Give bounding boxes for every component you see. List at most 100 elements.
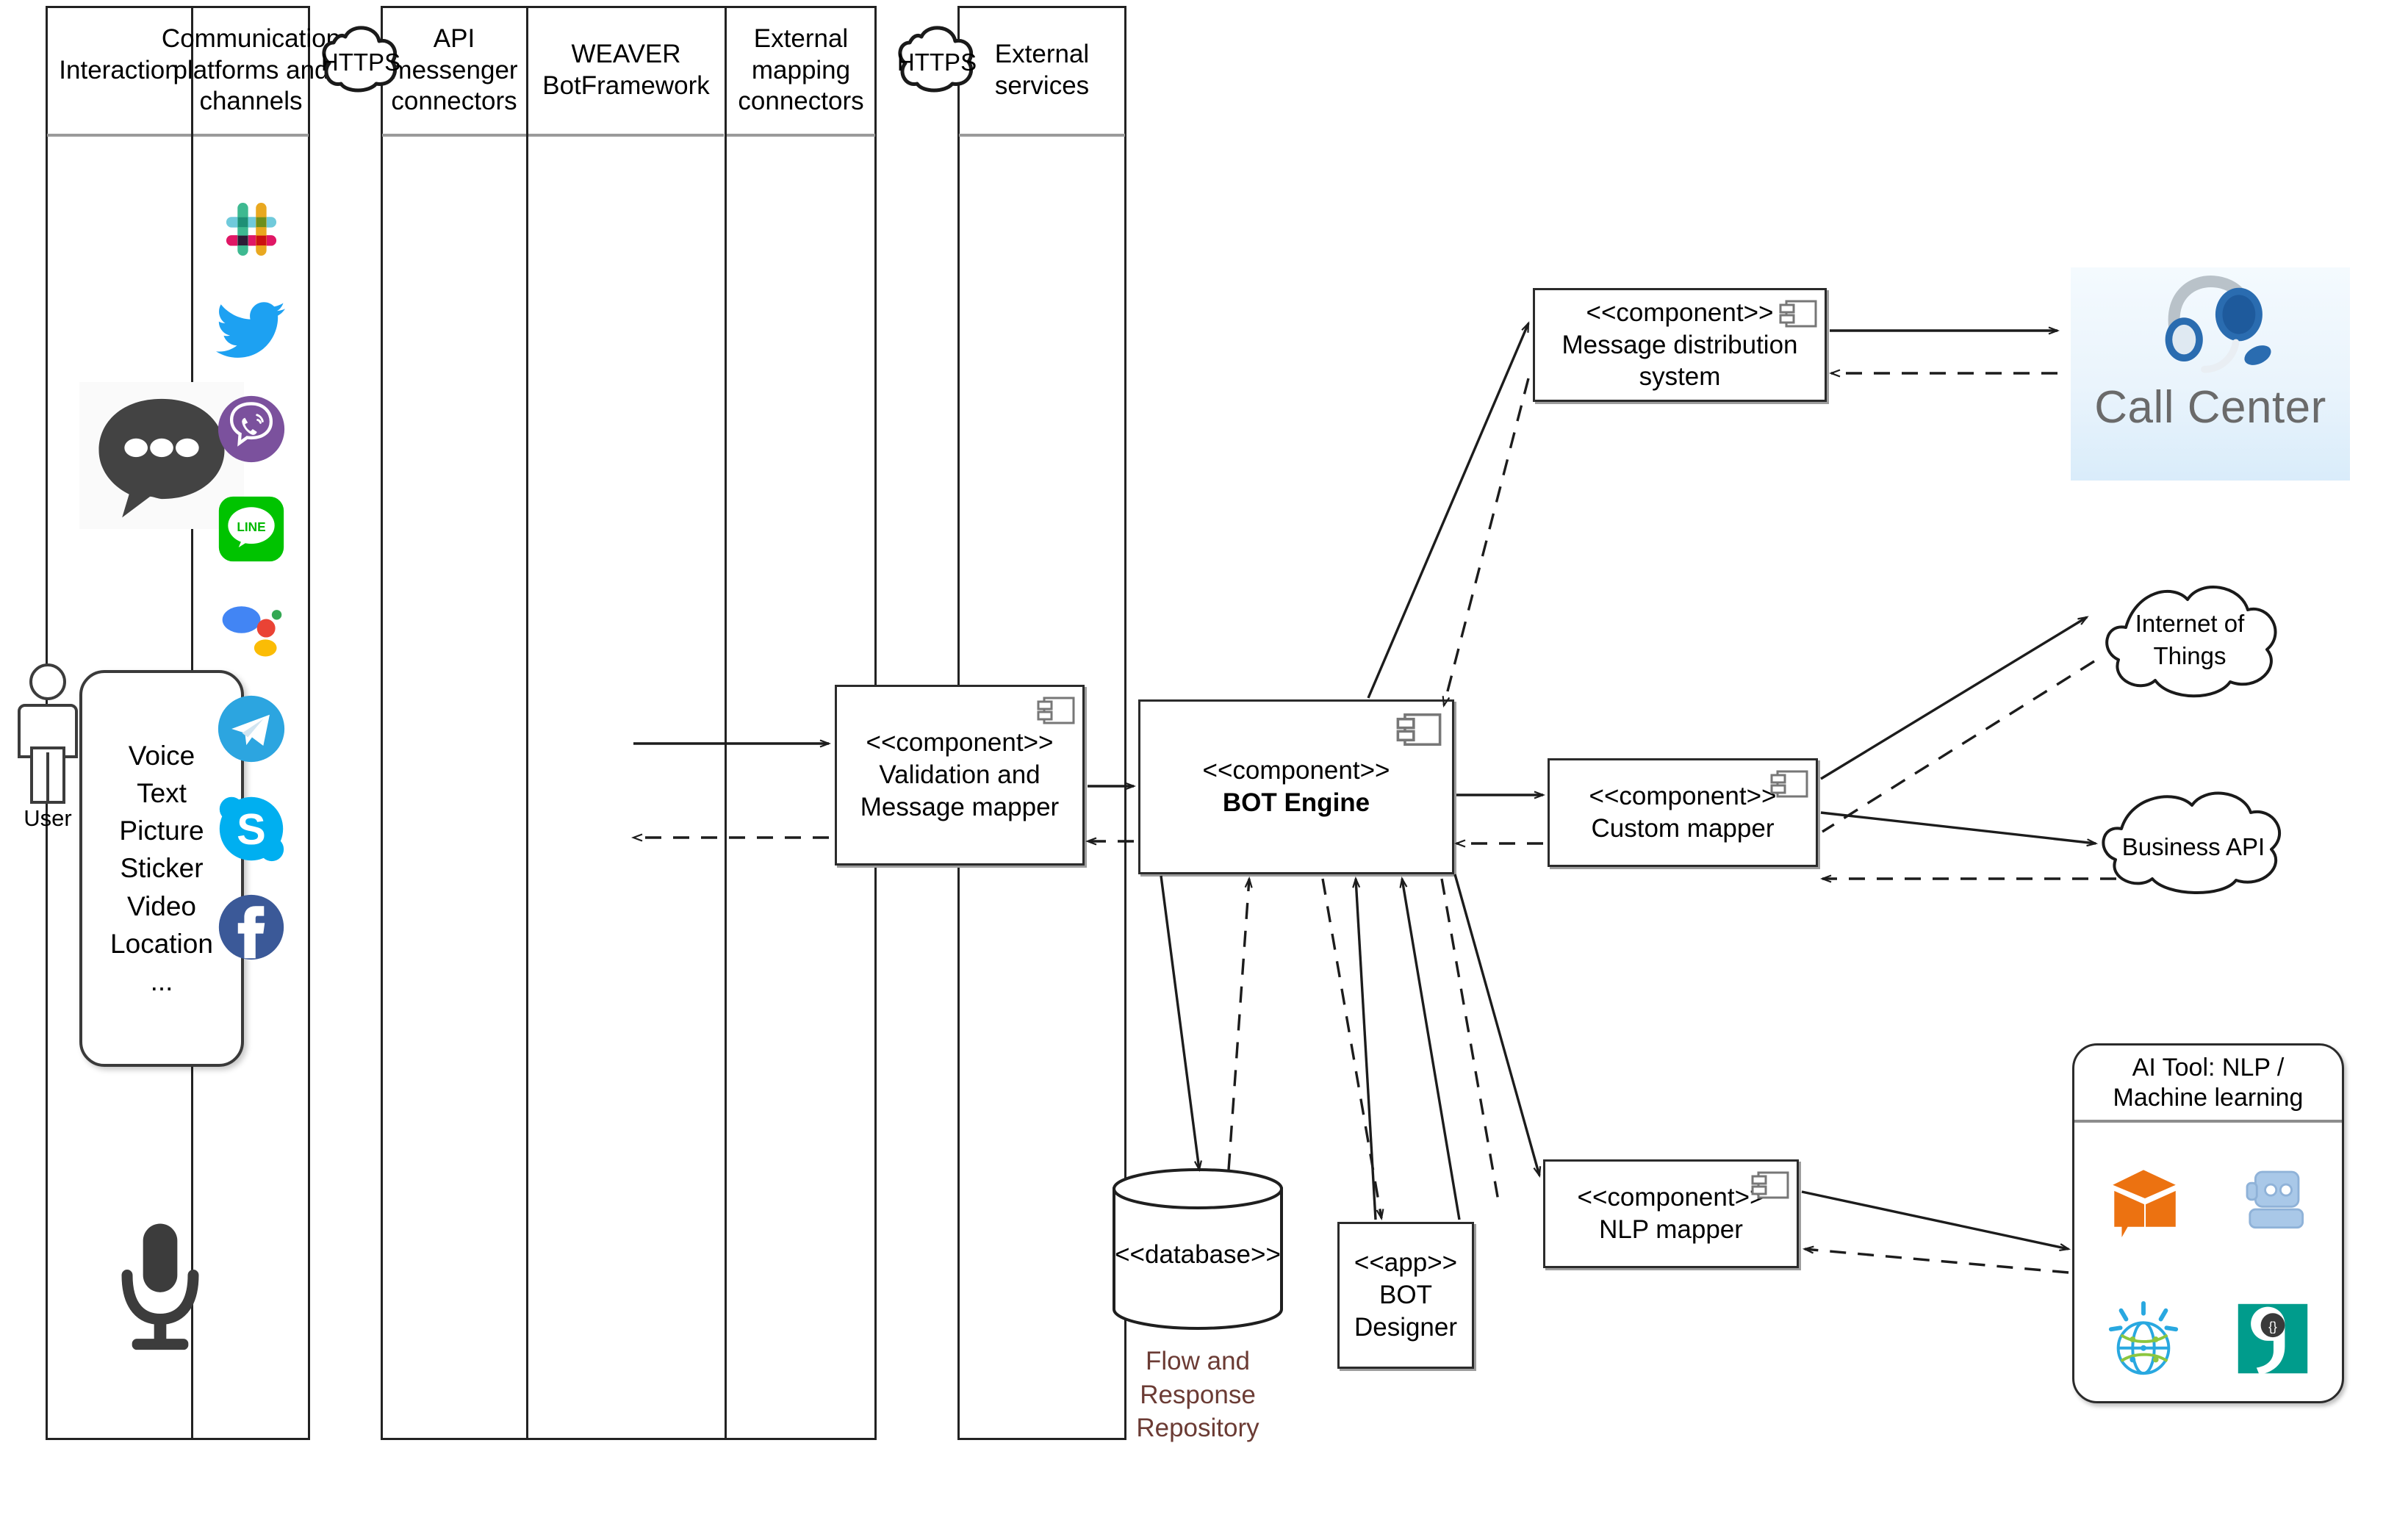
google-assistant-icon-slot	[215, 592, 288, 666]
uml-component-icon	[1770, 770, 1808, 798]
component-validation-mapper[interactable]: <<component>> Validation and Message map…	[835, 685, 1085, 866]
message-type-voice: Voice	[128, 741, 195, 771]
svg-text:S: S	[237, 805, 266, 854]
component-message-distribution[interactable]: <<component>> Message distribution syste…	[1533, 288, 1827, 402]
lane-weaver	[528, 6, 726, 1440]
wire-nlp-mapper-to-ai-tool	[1801, 1190, 2069, 1249]
architecture-diagram: Interaction Communication platforms and …	[0, 0, 2408, 1515]
lane-header-mapping-connectors-label: External mapping connectors	[738, 24, 864, 116]
uml-component-icon	[1779, 300, 1817, 328]
telegram-icon	[218, 695, 285, 763]
twitter-icon	[216, 302, 286, 358]
wit-ai-icon: {}	[2238, 1303, 2308, 1375]
component-bot-engine[interactable]: <<component>> BOT Engine	[1138, 699, 1454, 874]
microphone-slot	[87, 1205, 234, 1367]
cloud-https-right: HTTPS	[894, 13, 980, 94]
svg-text:{}: {}	[2268, 1319, 2277, 1334]
facebook-icon-slot	[215, 890, 288, 964]
message-type-more: ...	[150, 965, 173, 996]
lane-header-weaver: WEAVER BotFramework	[528, 7, 724, 137]
microphone-icon	[121, 1223, 199, 1350]
app-bot-designer-stereotype: <<app>>	[1354, 1248, 1458, 1278]
headset-icon	[2165, 276, 2271, 373]
cloud-https-right-label: HTTPS	[896, 48, 977, 76]
lane-header-api-connectors-label: API messenger connectors	[390, 24, 518, 116]
lane-header-external-services-label: External services	[994, 40, 1090, 100]
wire-custom-mapper-to-iot	[1820, 617, 2087, 780]
twitter-icon-slot	[215, 294, 288, 367]
component-nlp-mapper-stereotype: <<component>>	[1577, 1183, 1765, 1212]
wire-designer-to-bot	[1356, 879, 1377, 1220]
facebook-icon	[218, 894, 284, 960]
database-stereotype: <<database>>	[1115, 1240, 1281, 1269]
watson-globe-icon	[2108, 1300, 2179, 1375]
line-icon: LINE	[218, 496, 284, 562]
external-internet-of-things[interactable]: Internet of Things	[2083, 572, 2296, 719]
external-ai-tool-icon-grid: {}	[2074, 1123, 2342, 1401]
wire-database-to-bot	[1227, 879, 1249, 1170]
wire-bot-to-designer-2	[1440, 878, 1500, 1206]
component-custom-mapper-stereotype: <<component>>	[1589, 782, 1777, 811]
cloud-https-left: HTTPS	[317, 13, 404, 94]
robot-icon	[2246, 1170, 2304, 1229]
lane-divider-2	[526, 6, 528, 1440]
chat-bubble-icon	[98, 398, 225, 517]
message-type-text: Text	[137, 778, 187, 809]
database-flow-response-repository[interactable]: <<database>>	[1110, 1168, 1286, 1330]
wire-bot-to-designer	[1321, 878, 1381, 1218]
external-iot-label-line2: Things	[2153, 642, 2226, 669]
wire-bot-to-message-distribution	[1367, 323, 1530, 699]
component-custom-mapper[interactable]: <<component>> Custom mapper	[1548, 758, 1818, 867]
external-ai-tool-title: AI Tool: NLP / Machine learning	[2074, 1046, 2342, 1123]
external-ai-tool-title-line1: AI Tool: NLP /	[2132, 1054, 2285, 1082]
user-actor-label: User	[24, 805, 72, 831]
database-caption-text: Flow and Response Repository	[1136, 1347, 1259, 1442]
lane-divider-3	[725, 6, 727, 1440]
lane-header-external-services: External services	[959, 7, 1125, 137]
skype-icon-slot: S	[215, 792, 288, 866]
message-type-picture: Picture	[119, 816, 204, 846]
telegram-icon-slot	[215, 692, 288, 766]
external-call-center-label: Call Center	[2094, 382, 2326, 433]
component-message-distribution-name: Message distribution system	[1561, 330, 1798, 392]
app-bot-designer-name-line1: BOT	[1379, 1281, 1432, 1310]
google-assistant-icon	[222, 606, 282, 657]
external-call-center[interactable]: Call Center	[2071, 267, 2350, 481]
external-ai-tool[interactable]: AI Tool: NLP / Machine learning {}	[2072, 1043, 2344, 1403]
component-validation-mapper-stereotype: <<component>>	[866, 728, 1054, 758]
uml-component-icon	[1751, 1171, 1789, 1199]
wire-designer-to-bot-2	[1402, 879, 1461, 1220]
viber-icon-slot	[215, 392, 288, 466]
viber-icon	[218, 395, 285, 463]
lane-header-mapping-connectors: External mapping connectors	[727, 7, 875, 137]
lane-header-platforms: Communication platforms and channels	[162, 7, 340, 137]
component-message-distribution-stereotype: <<component>>	[1586, 298, 1774, 327]
wire-bot-to-nlp-mapper	[1453, 874, 1539, 1176]
external-business-api-label: Business API	[2121, 833, 2265, 860]
wire-custom-mapper-to-business-api	[1820, 811, 2096, 843]
cloud-https-left-label: HTTPS	[320, 48, 401, 76]
lane-api-connectors	[381, 6, 528, 1440]
app-bot-designer[interactable]: <<app>> BOT Designer	[1337, 1222, 1474, 1369]
component-validation-mapper-name: Validation and Message mapper	[860, 760, 1060, 821]
component-nlp-mapper-name: NLP mapper	[1599, 1215, 1743, 1244]
component-custom-mapper-name: Custom mapper	[1591, 814, 1775, 843]
wire-bot-to-database	[1160, 875, 1199, 1170]
line-icon-slot: LINE	[215, 492, 288, 566]
component-nlp-mapper[interactable]: <<component>> NLP mapper	[1543, 1159, 1799, 1268]
slack-icon-slot	[215, 192, 288, 266]
database-caption: Flow and Response Repository	[1088, 1345, 1308, 1445]
uml-component-icon	[1396, 713, 1442, 746]
slack-icon	[226, 203, 277, 256]
lane-header-platforms-label: Communication platforms and channels	[161, 24, 341, 116]
message-type-location: Location	[110, 928, 213, 959]
svg-text:LINE: LINE	[237, 519, 265, 534]
wire-ai-tool-to-nlp-mapper	[1805, 1249, 2069, 1274]
skype-icon: S	[219, 796, 284, 862]
external-iot-label-line1: Internet of	[2135, 610, 2245, 637]
component-bot-engine-name: BOT Engine	[1222, 788, 1370, 817]
wire-iot-to-custom-mapper	[1822, 660, 2095, 833]
external-business-api[interactable]: Business API	[2083, 777, 2304, 910]
user-actor: User	[7, 661, 88, 831]
lane-header-weaver-label: WEAVER BotFramework	[542, 40, 710, 100]
